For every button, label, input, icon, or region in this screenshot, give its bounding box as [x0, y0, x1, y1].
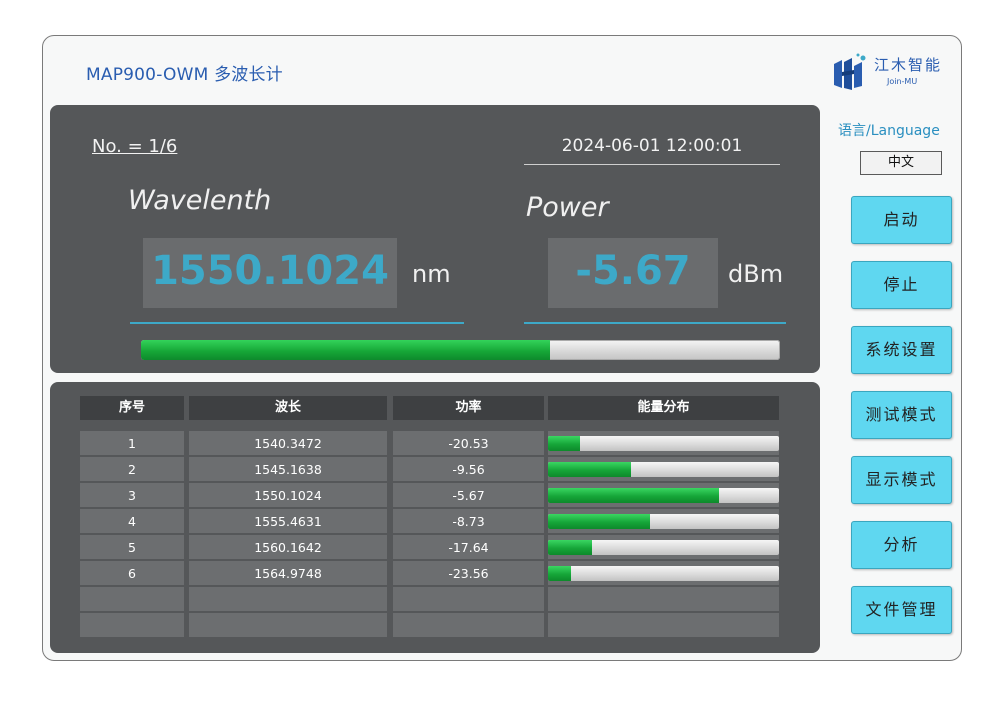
row-energy-cell	[548, 587, 779, 611]
row-index: 1	[80, 431, 184, 455]
row-wavelength	[189, 613, 387, 637]
start-button[interactable]: 启动	[851, 196, 952, 244]
row-index: 6	[80, 561, 184, 585]
display-mode-button[interactable]: 显示模式	[851, 456, 952, 504]
energy-progress-bar	[141, 340, 780, 360]
power-underline	[524, 322, 786, 324]
datetime-display: 2024-06-01 12:00:01	[524, 136, 780, 165]
jm-logo-icon	[834, 53, 866, 90]
power-readout: -5.67	[548, 238, 718, 308]
row-energy-fill	[548, 488, 719, 503]
row-energy-fill	[548, 436, 581, 451]
wavelength-value: 1550.1024	[151, 248, 389, 294]
language-label: 语言/Language	[838, 123, 940, 139]
row-wavelength: 1555.4631	[189, 509, 387, 533]
row-wavelength: 1564.9748	[189, 561, 387, 585]
row-energy-bar	[548, 566, 779, 581]
row-power: -20.53	[393, 431, 544, 455]
row-wavelength: 1545.1638	[189, 457, 387, 481]
row-wavelength	[189, 587, 387, 611]
analysis-button[interactable]: 分析	[851, 521, 952, 569]
power-title: Power	[526, 192, 609, 223]
channel-index: No. = 1/6	[92, 136, 178, 157]
row-energy-bar	[548, 488, 779, 503]
row-power	[393, 587, 544, 611]
test-mode-button[interactable]: 测试模式	[851, 391, 952, 439]
company-logo: 江木智能 Join-MU	[830, 50, 950, 92]
header-power: 功率	[393, 396, 544, 420]
row-energy-fill	[548, 514, 650, 529]
header-energy: 能量分布	[548, 396, 779, 420]
row-power: -23.56	[393, 561, 544, 585]
energy-progress-fill	[141, 340, 550, 360]
row-energy-fill	[548, 540, 592, 555]
row-index: 4	[80, 509, 184, 533]
row-energy-bar	[548, 436, 779, 451]
row-wavelength: 1560.1642	[189, 535, 387, 559]
row-index	[80, 587, 184, 611]
wavelength-unit: nm	[412, 260, 451, 288]
row-energy-bar	[548, 514, 779, 529]
row-power: -9.56	[393, 457, 544, 481]
stop-button[interactable]: 停止	[851, 261, 952, 309]
row-energy-bar	[548, 462, 779, 477]
power-value: -5.67	[575, 248, 691, 294]
row-wavelength: 1550.1024	[189, 483, 387, 507]
app-title: MAP900-OWM 多波长计	[86, 65, 283, 85]
logo-subtitle: Join-MU	[887, 77, 918, 86]
row-index: 5	[80, 535, 184, 559]
row-wavelength: 1540.3472	[189, 431, 387, 455]
row-energy-cell	[548, 535, 779, 559]
row-power: -8.73	[393, 509, 544, 533]
logo-name: 江木智能	[874, 56, 943, 74]
row-power: -17.64	[393, 535, 544, 559]
row-energy-cell	[548, 613, 779, 637]
language-select[interactable]: 中文	[860, 151, 942, 175]
row-energy-cell	[548, 561, 779, 585]
row-energy-cell	[548, 509, 779, 533]
system-settings-button[interactable]: 系统设置	[851, 326, 952, 374]
row-energy-bar	[548, 540, 779, 555]
row-power: -5.67	[393, 483, 544, 507]
row-energy-cell	[548, 483, 779, 507]
row-energy-cell	[548, 457, 779, 481]
row-energy-cell	[548, 431, 779, 455]
wavelength-underline	[130, 322, 464, 324]
wavelength-title: Wavelenth	[128, 185, 272, 216]
row-power	[393, 613, 544, 637]
header-index: 序号	[80, 396, 184, 420]
row-index: 3	[80, 483, 184, 507]
row-energy-fill	[548, 462, 632, 477]
row-energy-fill	[548, 566, 572, 581]
power-unit: dBm	[728, 260, 784, 288]
wavelength-readout: 1550.1024	[143, 238, 397, 308]
row-index	[80, 613, 184, 637]
header-wavelength: 波长	[189, 396, 387, 420]
file-management-button[interactable]: 文件管理	[851, 586, 952, 634]
row-index: 2	[80, 457, 184, 481]
